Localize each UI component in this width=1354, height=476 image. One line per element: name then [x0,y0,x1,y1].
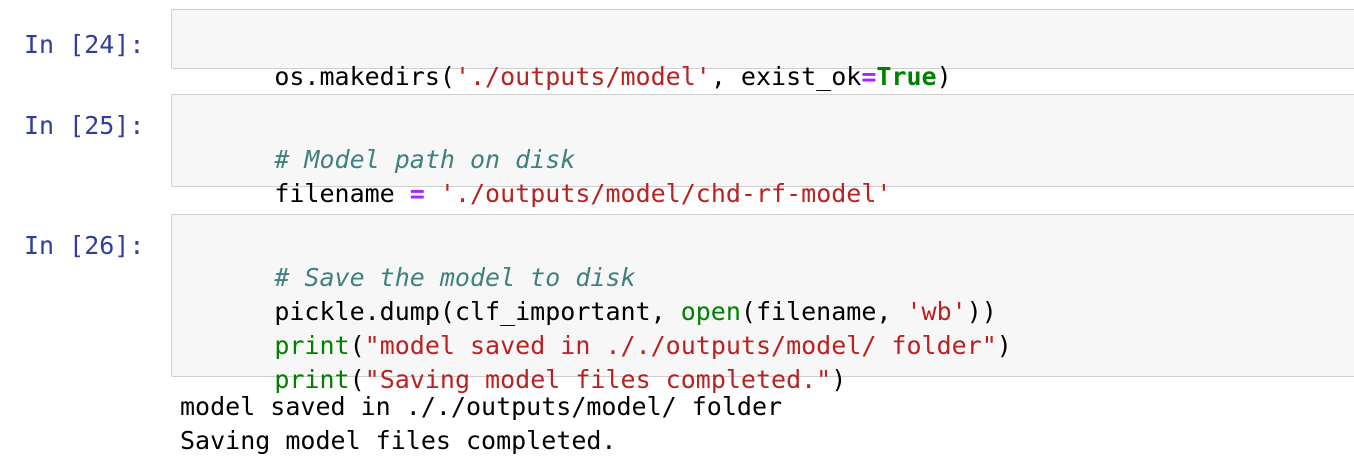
code-input-area[interactable]: os.makedirs('./outputs/model', exist_ok=… [171,9,1354,91]
code-token: "model saved in ././outputs/model/ folde… [364,331,997,360]
code-token: True [876,62,937,91]
cell-output-area: model saved in ././outputs/model/ folder… [180,390,1330,458]
code-token: print [274,331,350,360]
code-token: (filename, [740,297,907,326]
code-token: = [409,179,425,208]
code-token: ) [936,62,952,91]
cell-prompt: In [26]: [24,231,145,260]
code-token: open [680,297,741,326]
code-line: # Save the model to disk [184,227,1354,292]
code-input-area[interactable]: # Save the model to disk pickle.dump(clf… [171,214,1354,394]
output-line: model saved in ././outputs/model/ folder [180,392,783,421]
code-token: , exist_ok [710,62,862,91]
code-input-area[interactable]: # Model path on disk filename = './outpu… [171,94,1354,208]
code-token: # Save the model to disk [274,263,636,292]
code-token: )) [966,297,997,326]
cell-prompt: In [25]: [24,111,145,140]
cell-prompt: In [24]: [24,30,145,59]
code-token: pickle.dump(clf_important, [274,297,681,326]
code-token: ) [996,331,1012,360]
code-token: './outputs/model' [454,62,711,91]
code-token: 'wb' [906,297,967,326]
code-line: # Model path on disk [184,109,1354,174]
code-token: ( [349,331,365,360]
code-token: os.makedirs( [274,62,455,91]
output-line: Saving model files completed. [180,426,617,455]
code-token: filename [274,179,410,208]
code-line: os.makedirs('./outputs/model', exist_ok=… [184,26,1354,91]
code-token: './outputs/model/chd-rf-model' [439,179,892,208]
code-token: = [861,62,877,91]
code-token: # Model path on disk [274,145,576,174]
